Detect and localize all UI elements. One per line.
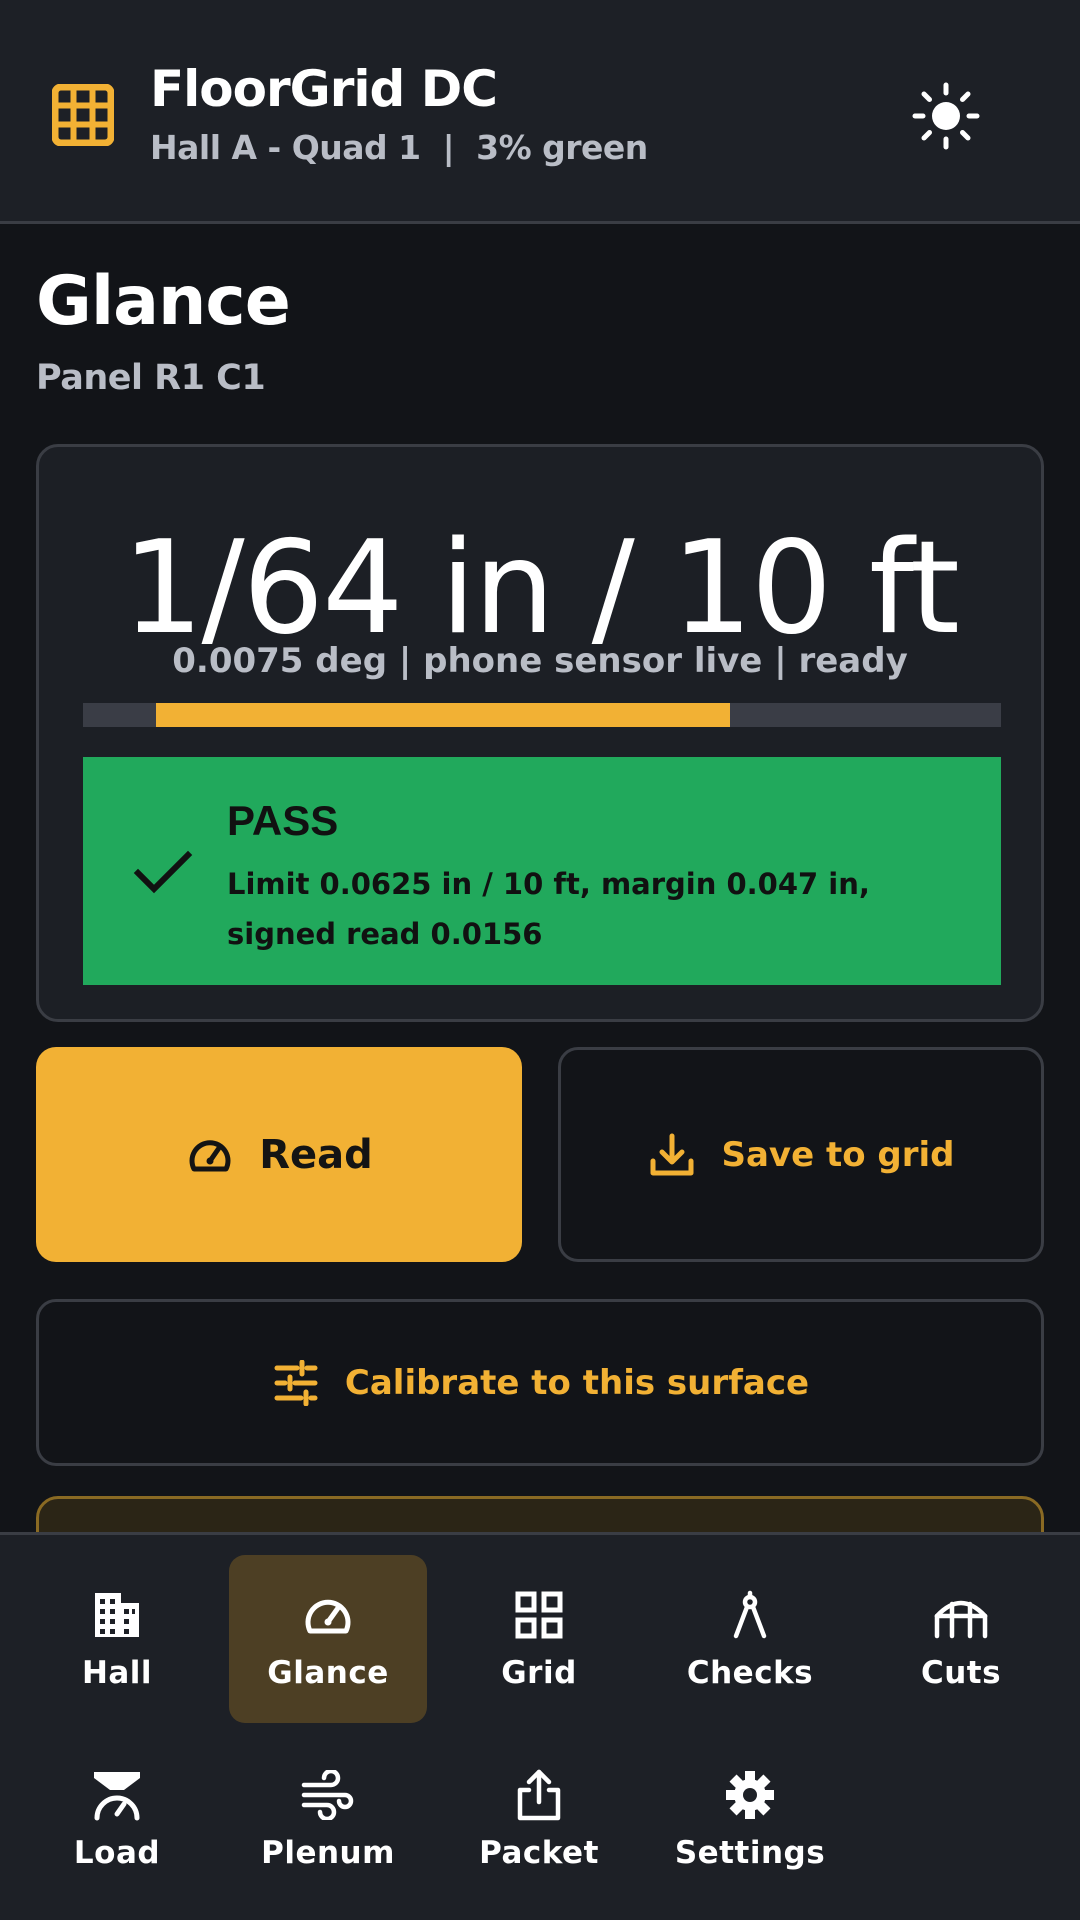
sliders-icon bbox=[271, 1358, 321, 1408]
read-button[interactable]: Read bbox=[36, 1047, 522, 1262]
reading-value: 1/64 in / 10 ft bbox=[122, 514, 960, 663]
nav-label: Settings bbox=[674, 1835, 826, 1871]
nav-label: Grid bbox=[501, 1655, 577, 1691]
save-button-label: Save to grid bbox=[721, 1134, 955, 1175]
calibrate-button[interactable]: Calibrate to this surface bbox=[36, 1299, 1044, 1466]
wind-icon bbox=[300, 1767, 356, 1823]
nav-item-plenum[interactable]: Plenum bbox=[229, 1735, 427, 1903]
nav-item-checks[interactable]: Checks bbox=[651, 1555, 849, 1723]
check-icon bbox=[133, 850, 193, 894]
nav-item-settings[interactable]: Settings bbox=[651, 1735, 849, 1903]
nav-label: Load bbox=[73, 1835, 161, 1871]
app-title: FloorGrid DC bbox=[150, 60, 498, 118]
grid-logo-icon bbox=[52, 84, 114, 146]
sun-icon bbox=[912, 82, 980, 150]
reading-detail: 0.0075 deg | phone sensor live | ready bbox=[172, 641, 908, 681]
tilt-bar bbox=[83, 703, 1001, 727]
nav-item-load[interactable]: Load bbox=[18, 1735, 216, 1903]
nav-label: Hall bbox=[81, 1655, 153, 1691]
calibrate-button-label: Calibrate to this surface bbox=[344, 1362, 810, 1403]
nav-item-cuts[interactable]: Cuts bbox=[862, 1555, 1060, 1723]
nav-item-hall[interactable]: Hall bbox=[18, 1555, 216, 1723]
download-icon bbox=[647, 1130, 697, 1180]
app-header: FloorGrid DC Hall A - Quad 1 | 3% green bbox=[0, 0, 1080, 224]
nav-item-grid[interactable]: Grid bbox=[440, 1555, 638, 1723]
share-icon bbox=[511, 1767, 567, 1823]
grid-icon bbox=[511, 1587, 567, 1643]
app-subtitle: Hall A - Quad 1 | 3% green bbox=[150, 128, 648, 167]
reading-card: 1/64 in / 10 ft 0.0075 deg | phone senso… bbox=[36, 444, 1044, 1022]
nav-label: Cuts bbox=[920, 1655, 1002, 1691]
compass-icon bbox=[722, 1587, 778, 1643]
status-detail: Limit 0.0625 in / 10 ft, margin 0.047 in… bbox=[227, 867, 870, 951]
save-to-grid-button[interactable]: Save to grid bbox=[558, 1047, 1044, 1262]
gauge-icon bbox=[185, 1130, 235, 1180]
panel-label: Panel R1 C1 bbox=[36, 358, 266, 398]
nav-label: Checks bbox=[686, 1655, 814, 1691]
gauge-icon bbox=[300, 1587, 356, 1643]
bottom-nav: Hall Glance Grid Checks Cuts Load Plenum… bbox=[0, 1532, 1080, 1920]
tilt-bar-fill bbox=[156, 703, 731, 727]
nav-label: Packet bbox=[479, 1835, 599, 1871]
status-banner: PASS Limit 0.0625 in / 10 ft, margin 0.0… bbox=[83, 757, 1001, 985]
bridge-icon bbox=[933, 1587, 989, 1643]
nav-item-packet[interactable]: Packet bbox=[440, 1735, 638, 1903]
building-icon bbox=[89, 1587, 145, 1643]
nav-label: Plenum bbox=[261, 1835, 395, 1871]
gear-icon bbox=[722, 1767, 778, 1823]
nav-item-glance[interactable]: Glance bbox=[229, 1555, 427, 1723]
theme-toggle-button[interactable] bbox=[906, 76, 986, 156]
read-button-label: Read bbox=[259, 1131, 373, 1178]
status-title: PASS bbox=[227, 797, 339, 844]
page-title: Glance bbox=[36, 262, 291, 341]
nav-label: Glance bbox=[267, 1655, 389, 1691]
load-icon bbox=[89, 1767, 145, 1823]
